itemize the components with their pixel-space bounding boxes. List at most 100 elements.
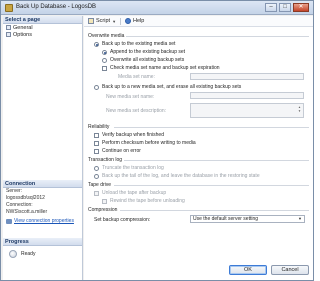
reliability-header: Reliability — [88, 124, 110, 130]
radio-button[interactable] — [102, 49, 107, 55]
new-media-name-label: New media set name: — [106, 94, 155, 100]
radio-button[interactable] — [94, 165, 99, 171]
rewind-tape-checkbox[interactable]: Rewind the tape before unloading — [102, 198, 185, 204]
group-divider — [126, 36, 309, 37]
checkbox[interactable] — [102, 198, 107, 204]
view-properties-row: View connection properties — [3, 218, 82, 224]
page-icon — [6, 25, 11, 30]
backup-database-dialog: Back Up Database - LogosDB – □ ✕ Select … — [0, 0, 314, 281]
checkbox-label: Rewind the tape before unloading — [110, 198, 185, 204]
group-divider — [114, 185, 309, 186]
connection-value: NWS\scott.a.miller — [6, 209, 48, 215]
checkbox-label: Unload the tape after backup — [102, 190, 167, 196]
checkbox-label: Continue on error — [102, 148, 141, 154]
compression-label: Set backup compression: — [94, 217, 151, 223]
chevron-down-icon: ▼ — [298, 216, 302, 221]
page-item-label: Options — [13, 31, 32, 38]
progress-status-row: Ready — [3, 250, 82, 258]
radio-overwrite[interactable]: Overwrite all existing backup sets — [102, 57, 184, 63]
radio-label: Back up to the existing media set — [102, 41, 176, 47]
radio-button[interactable] — [94, 41, 99, 47]
connection-section: Connection Server: logossdb\sql2012 Conn… — [3, 180, 82, 224]
window-title: Back Up Database - LogosDB — [16, 4, 97, 10]
cancel-button[interactable]: Cancel — [271, 265, 309, 275]
truncate-log-radio[interactable]: Truncate the transaction log — [94, 165, 164, 171]
script-button[interactable]: Script ▼ — [88, 18, 116, 24]
new-media-description-field[interactable]: ▲ ▼ — [190, 103, 304, 118]
radio-existing-media[interactable]: Back up to the existing media set — [94, 41, 175, 47]
page-icon — [6, 32, 11, 37]
progress-section: Progress Ready — [3, 238, 82, 258]
compression-header: Compression — [88, 207, 118, 213]
page-item-label: General — [13, 24, 33, 31]
title-bar[interactable]: Back Up Database - LogosDB – □ ✕ — [1, 1, 313, 15]
options-content: Overwrite media Back up to the existing … — [88, 31, 309, 251]
radio-button[interactable] — [102, 57, 107, 63]
radio-append[interactable]: Append to the existing backup set — [102, 49, 185, 55]
new-media-description-label: New media set description: — [106, 108, 167, 114]
scroll-arrows-icon[interactable]: ▲ ▼ — [298, 105, 302, 113]
maximize-button[interactable]: □ — [279, 3, 291, 12]
progress-spinner-icon — [9, 250, 17, 258]
script-label: Script — [96, 18, 111, 24]
compression-selected-value: Use the default server setting — [193, 216, 259, 222]
tape-drive-header: Tape drive — [88, 182, 112, 188]
database-icon — [5, 4, 13, 12]
checkbox[interactable] — [94, 132, 99, 138]
transaction-log-header: Transaction log — [88, 157, 122, 163]
checkbox-label: Verify backup when finished — [102, 132, 164, 138]
chevron-down-icon[interactable]: ▼ — [112, 19, 116, 24]
properties-icon — [6, 218, 12, 224]
overwrite-media-header: Overwrite media — [88, 33, 125, 39]
media-set-name-field[interactable] — [190, 73, 304, 80]
check-media-name[interactable]: Check media set name and backup set expi… — [102, 65, 220, 71]
radio-label: Overwrite all existing backup sets — [110, 57, 185, 63]
checkbox[interactable] — [102, 65, 107, 71]
connection-label: Connection: — [6, 202, 33, 208]
page-item-options[interactable]: Options — [3, 31, 82, 38]
page-item-general[interactable]: General — [3, 24, 82, 31]
compression-select[interactable]: Use the default server setting ▼ — [190, 215, 305, 223]
radio-label: Back up to a new media set, and erase al… — [102, 84, 242, 90]
checkbox[interactable] — [94, 148, 99, 154]
radio-button[interactable] — [94, 84, 99, 90]
verify-backup-checkbox[interactable]: Verify backup when finished — [94, 132, 164, 138]
unload-tape-checkbox[interactable]: Unload the tape after backup — [94, 190, 166, 196]
help-label: Help — [133, 18, 145, 24]
server-label: Server: — [6, 188, 23, 194]
script-icon — [88, 18, 94, 24]
toolbar: Script ▼ Help — [84, 16, 313, 27]
checkbox[interactable] — [94, 190, 99, 196]
minimize-button[interactable]: – — [265, 3, 277, 12]
continue-on-error-checkbox[interactable]: Continue on error — [94, 148, 141, 154]
connection-header: Connection — [3, 180, 82, 188]
group-divider — [114, 127, 309, 128]
ok-button[interactable]: OK — [229, 265, 267, 275]
backup-tail-radio[interactable]: Back up the tail of the log, and leave t… — [94, 173, 260, 179]
help-icon — [125, 18, 132, 24]
radio-label: Append to the existing backup set — [110, 49, 186, 55]
group-divider — [120, 210, 309, 211]
radio-new-media[interactable]: Back up to a new media set, and erase al… — [94, 84, 241, 90]
progress-header: Progress — [3, 238, 82, 246]
server-value: logossdb\sql2012 — [6, 195, 45, 201]
media-set-name-label: Media set name: — [118, 74, 155, 80]
window-controls: – □ ✕ — [265, 3, 309, 12]
radio-label: Truncate the transaction log — [102, 165, 164, 171]
new-media-name-field[interactable] — [190, 92, 304, 99]
options-page: Script ▼ Help Overwrite media Back up to… — [84, 16, 313, 280]
left-panel: Select a page General Options Connection… — [3, 16, 83, 280]
checkbox-label: Perform checksum before writing to media — [102, 140, 196, 146]
radio-label: Back up the tail of the log, and leave t… — [102, 173, 260, 179]
toolbar-separator — [120, 17, 122, 25]
progress-status: Ready — [21, 251, 36, 257]
checksum-checkbox[interactable]: Perform checksum before writing to media — [94, 140, 196, 146]
radio-button[interactable] — [94, 173, 99, 179]
view-connection-properties-link[interactable]: View connection properties — [14, 218, 74, 224]
select-page-header: Select a page — [3, 16, 82, 24]
checkbox-label: Check media set name and backup set expi… — [110, 65, 220, 71]
help-button[interactable]: Help — [125, 18, 144, 24]
group-divider — [124, 160, 309, 161]
close-button[interactable]: ✕ — [293, 3, 309, 12]
checkbox[interactable] — [94, 140, 99, 146]
